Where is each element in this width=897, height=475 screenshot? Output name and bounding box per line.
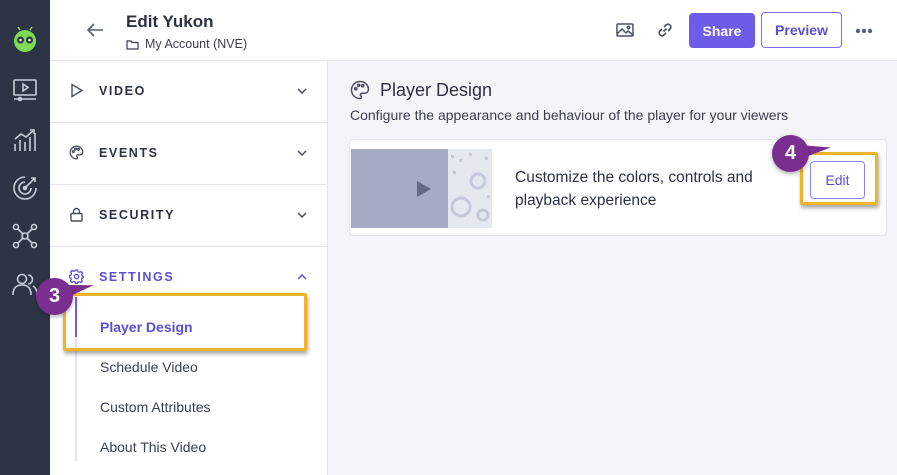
page-header: Edit Yukon My Account (NVE) Share Previe… (50, 0, 897, 61)
sidebar-item-schedule-video[interactable]: Schedule Video (100, 359, 198, 375)
share-button[interactable]: Share (689, 13, 755, 48)
settings-sidebar: VIDEO EVENTS SECURITY SETTINGS Player De… (50, 61, 328, 475)
engagement-target-icon[interactable] (11, 174, 39, 202)
app-rail (0, 0, 50, 475)
sidebar-item-custom-attributes[interactable]: Custom Attributes (100, 399, 211, 415)
breadcrumb[interactable]: My Account (NVE) (126, 37, 247, 51)
link-icon[interactable] (654, 19, 676, 41)
lock-icon (70, 207, 83, 222)
users-icon[interactable] (11, 270, 39, 298)
preview-button[interactable]: Preview (761, 12, 842, 48)
palette-icon (69, 145, 84, 160)
section-video[interactable]: VIDEO (50, 61, 328, 123)
page-title: Edit Yukon (126, 12, 214, 31)
section-description: Configure the appearance and behaviour o… (350, 107, 789, 123)
chevron-down-icon (297, 212, 307, 219)
section-settings-label: SETTINGS (99, 270, 175, 284)
sidebar-item-about-this-video[interactable]: About This Video (100, 439, 206, 455)
step-badge-3: 3 (36, 278, 73, 315)
section-events[interactable]: EVENTS (50, 123, 328, 185)
highlight-player-design (63, 293, 307, 351)
player-preview-thumbnail (351, 149, 492, 228)
step-badge-4: 4 (772, 135, 809, 172)
section-events-label: EVENTS (99, 146, 159, 160)
section-security-label: SECURITY (99, 208, 176, 222)
integrations-icon[interactable] (11, 222, 39, 250)
section-title: Player Design (380, 80, 493, 100)
section-video-label: VIDEO (99, 84, 146, 98)
breadcrumb-label: My Account (NVE) (145, 37, 248, 51)
play-outline-icon (71, 83, 84, 98)
folder-icon (126, 39, 139, 50)
palette-icon (350, 80, 370, 100)
more-options-icon[interactable] (855, 28, 873, 34)
chevron-down-icon (297, 88, 307, 95)
thumbnail-image-icon[interactable] (614, 19, 636, 41)
card-description: Customize the colors, controls and playb… (515, 169, 753, 209)
highlight-edit-button (800, 152, 878, 205)
chevron-down-icon (297, 150, 307, 157)
video-library-icon[interactable] (11, 76, 39, 104)
app-logo-icon[interactable] (11, 26, 39, 54)
analytics-icon[interactable] (11, 126, 39, 154)
section-security[interactable]: SECURITY (50, 185, 328, 247)
chevron-up-icon (297, 273, 307, 280)
back-arrow-icon[interactable] (84, 19, 106, 41)
